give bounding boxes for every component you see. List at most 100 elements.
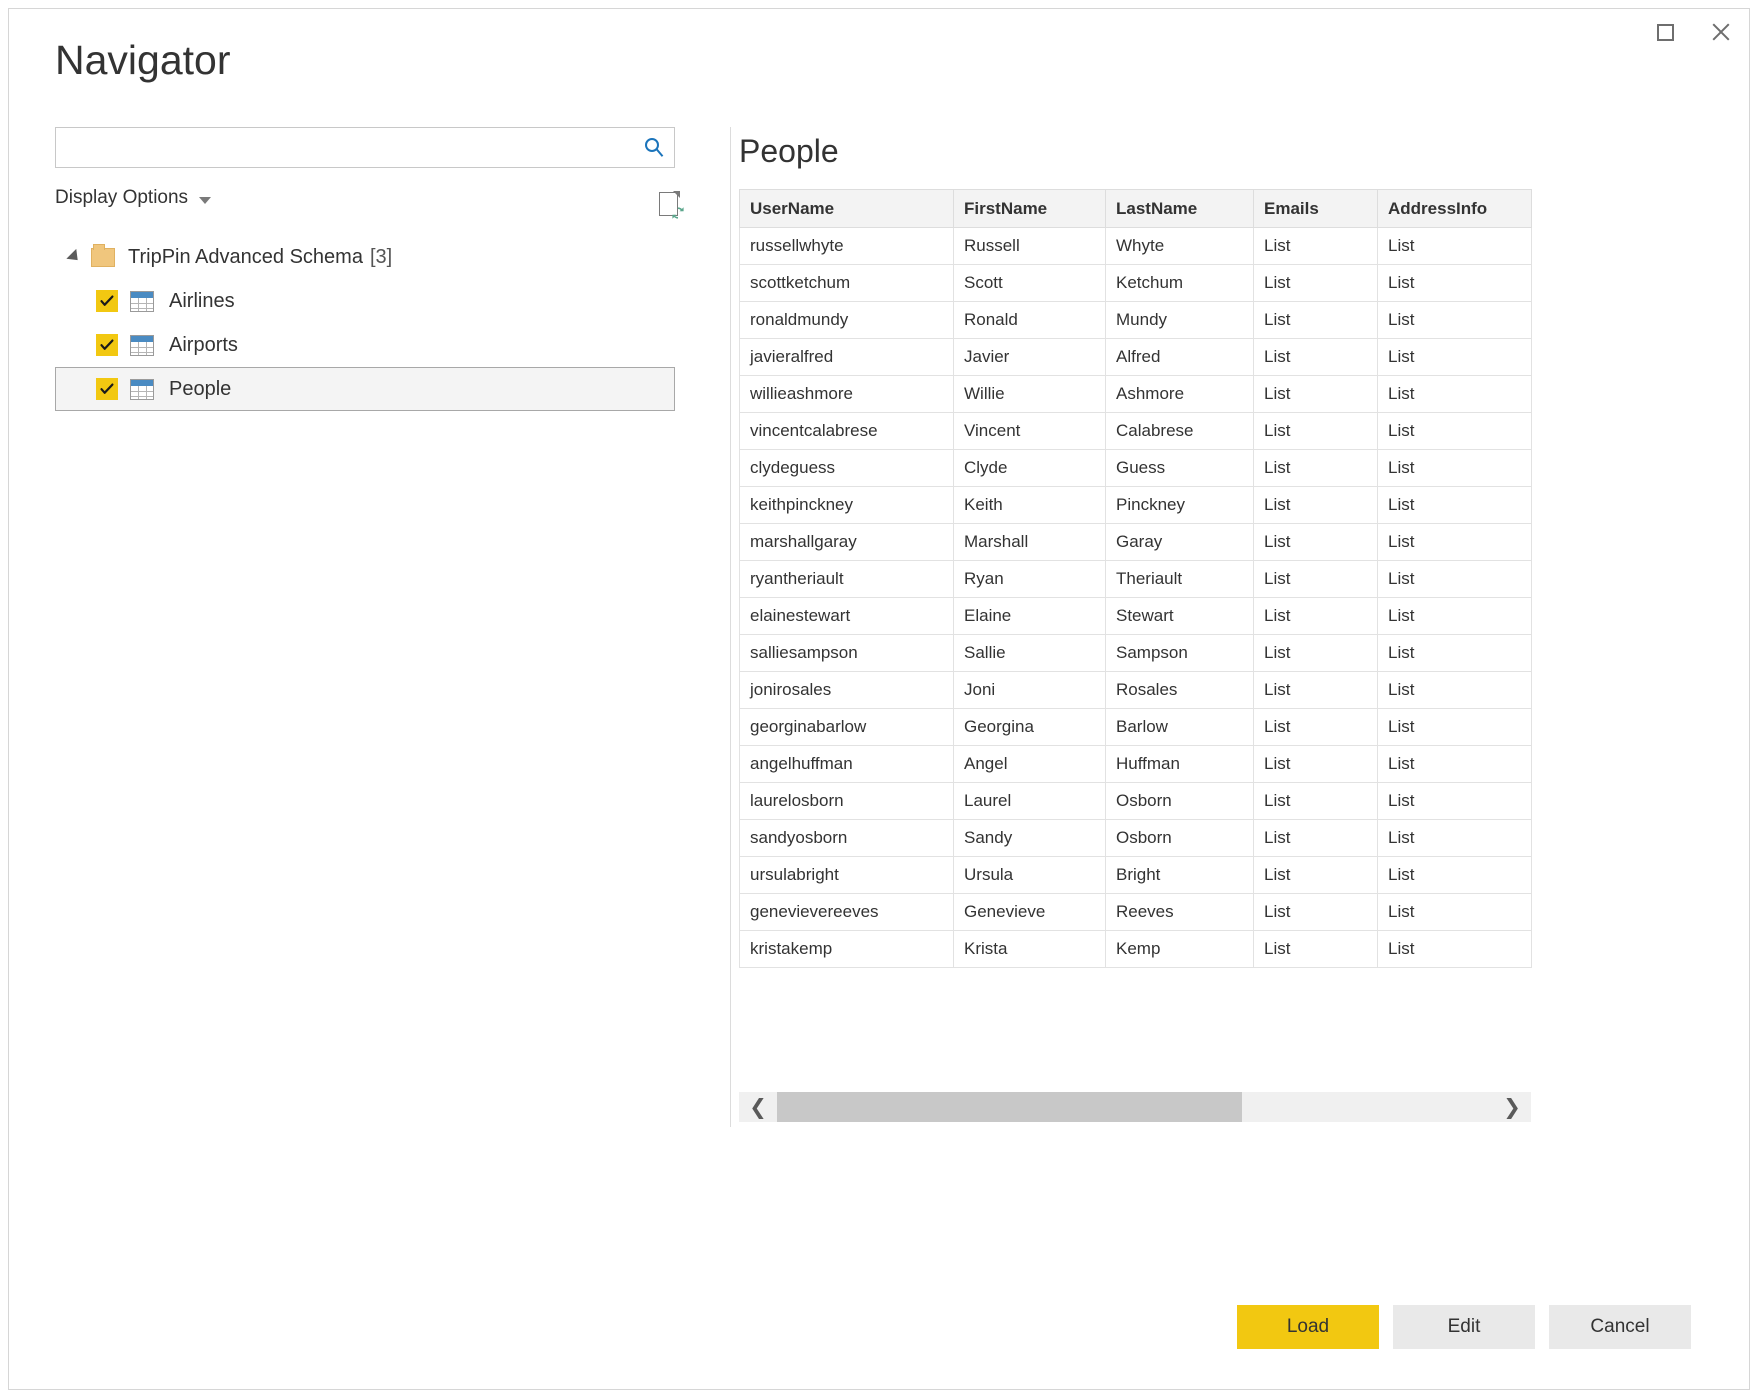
tree-node-people[interactable]: People xyxy=(55,367,675,411)
cell-addressinfo: List xyxy=(1378,376,1532,413)
cell-emails: List xyxy=(1254,376,1378,413)
navigator-dialog: Navigator Display Options xyxy=(8,8,1750,1390)
cell-username: willieashmore xyxy=(740,376,954,413)
table-row[interactable]: salliesampsonSallieSampsonListList xyxy=(740,635,1532,672)
column-header-username[interactable]: UserName xyxy=(740,190,954,228)
cell-firstname: Javier xyxy=(954,339,1106,376)
table-row[interactable]: genevievereevesGenevieveReevesListList xyxy=(740,894,1532,931)
cell-lastname: Rosales xyxy=(1106,672,1254,709)
scrollbar-track[interactable] xyxy=(777,1092,1493,1122)
left-pane: Display Options TripPin Advanced Schema … xyxy=(9,9,731,1389)
scrollbar-thumb[interactable] xyxy=(777,1092,1242,1122)
table-row[interactable]: keithpinckneyKeithPinckneyListList xyxy=(740,487,1532,524)
refresh-preview-icon xyxy=(659,192,685,220)
display-options-dropdown[interactable]: Display Options xyxy=(55,187,211,209)
cell-addressinfo: List xyxy=(1378,265,1532,302)
table-row[interactable]: laurelosbornLaurelOsbornListList xyxy=(740,783,1532,820)
cell-firstname: Laurel xyxy=(954,783,1106,820)
cell-firstname: Sallie xyxy=(954,635,1106,672)
tree-root-label: TripPin Advanced Schema xyxy=(128,246,363,269)
cell-username: angelhuffman xyxy=(740,746,954,783)
cell-emails: List xyxy=(1254,820,1378,857)
cell-firstname: Ursula xyxy=(954,857,1106,894)
search-box[interactable] xyxy=(55,127,675,168)
table-row[interactable]: jonirosalesJoniRosalesListList xyxy=(740,672,1532,709)
cell-emails: List xyxy=(1254,413,1378,450)
cell-username: kristakemp xyxy=(740,931,954,968)
cell-lastname: Bright xyxy=(1106,857,1254,894)
table-row[interactable]: ursulabrightUrsulaBrightListList xyxy=(740,857,1532,894)
cell-addressinfo: List xyxy=(1378,894,1532,931)
cell-username: scottketchum xyxy=(740,265,954,302)
cell-username: genevievereeves xyxy=(740,894,954,931)
table-row[interactable]: kristakempKristaKempListList xyxy=(740,931,1532,968)
cell-firstname: Vincent xyxy=(954,413,1106,450)
cell-addressinfo: List xyxy=(1378,635,1532,672)
cell-emails: List xyxy=(1254,894,1378,931)
load-button[interactable]: Load xyxy=(1237,1305,1379,1349)
cell-emails: List xyxy=(1254,487,1378,524)
tree-item-label: Airports xyxy=(169,334,238,357)
table-row[interactable]: marshallgarayMarshallGarayListList xyxy=(740,524,1532,561)
checkbox-people[interactable] xyxy=(96,378,118,400)
table-row[interactable]: sandyosbornSandyOsbornListList xyxy=(740,820,1532,857)
tree-node-airports[interactable]: Airports xyxy=(55,323,675,367)
cell-emails: List xyxy=(1254,524,1378,561)
chevron-down-icon xyxy=(199,197,211,204)
tree-item-label: People xyxy=(169,378,231,401)
column-header-lastname[interactable]: LastName xyxy=(1106,190,1254,228)
cell-addressinfo: List xyxy=(1378,302,1532,339)
cell-username: ryantheriault xyxy=(740,561,954,598)
table-row[interactable]: willieashmoreWillieAshmoreListList xyxy=(740,376,1532,413)
table-icon xyxy=(130,335,154,356)
cell-lastname: Barlow xyxy=(1106,709,1254,746)
horizontal-scrollbar[interactable]: ❮ ❯ xyxy=(739,1092,1531,1122)
cell-addressinfo: List xyxy=(1378,931,1532,968)
scroll-left-arrow-icon[interactable]: ❮ xyxy=(739,1092,777,1122)
column-header-addressinfo[interactable]: AddressInfo xyxy=(1378,190,1532,228)
cell-addressinfo: List xyxy=(1378,598,1532,635)
edit-button[interactable]: Edit xyxy=(1393,1305,1535,1349)
table-row[interactable]: ronaldmundyRonaldMundyListList xyxy=(740,302,1532,339)
cell-emails: List xyxy=(1254,746,1378,783)
table-row[interactable]: scottketchumScottKetchumListList xyxy=(740,265,1532,302)
cell-emails: List xyxy=(1254,339,1378,376)
search-icon[interactable] xyxy=(636,128,674,167)
cell-username: jonirosales xyxy=(740,672,954,709)
column-header-emails[interactable]: Emails xyxy=(1254,190,1378,228)
checkbox-airlines[interactable] xyxy=(96,290,118,312)
table-row[interactable]: javieralfredJavierAlfredListList xyxy=(740,339,1532,376)
cell-lastname: Huffman xyxy=(1106,746,1254,783)
cell-firstname: Willie xyxy=(954,376,1106,413)
cell-firstname: Sandy xyxy=(954,820,1106,857)
preview-table-wrap: UserName FirstName LastName Emails Addre… xyxy=(739,189,1531,968)
scroll-right-arrow-icon[interactable]: ❯ xyxy=(1493,1092,1531,1122)
cell-emails: List xyxy=(1254,635,1378,672)
table-row[interactable]: clydeguessClydeGuessListList xyxy=(740,450,1532,487)
tree-node-airlines[interactable]: Airlines xyxy=(55,279,675,323)
cancel-button[interactable]: Cancel xyxy=(1549,1305,1691,1349)
column-header-firstname[interactable]: FirstName xyxy=(954,190,1106,228)
tree-node-root[interactable]: TripPin Advanced Schema [3] xyxy=(55,235,675,279)
cell-username: sandyosborn xyxy=(740,820,954,857)
refresh-schema-button[interactable] xyxy=(659,192,685,220)
table-row[interactable]: georginabarlowGeorginaBarlowListList xyxy=(740,709,1532,746)
cell-username: elainestewart xyxy=(740,598,954,635)
search-input[interactable] xyxy=(56,128,636,167)
cell-lastname: Mundy xyxy=(1106,302,1254,339)
cell-emails: List xyxy=(1254,783,1378,820)
table-row[interactable]: angelhuffmanAngelHuffmanListList xyxy=(740,746,1532,783)
table-icon xyxy=(130,379,154,400)
table-icon xyxy=(130,291,154,312)
table-row[interactable]: vincentcalabreseVincentCalabreseListList xyxy=(740,413,1532,450)
table-row[interactable]: russellwhyteRussellWhyteListList xyxy=(740,228,1532,265)
cell-lastname: Kemp xyxy=(1106,931,1254,968)
preview-title: People xyxy=(739,133,839,170)
table-row[interactable]: elainestewartElaineStewartListList xyxy=(740,598,1532,635)
expand-collapse-icon[interactable] xyxy=(66,249,82,265)
cell-emails: List xyxy=(1254,302,1378,339)
checkbox-airports[interactable] xyxy=(96,334,118,356)
table-row[interactable]: ryantheriaultRyanTheriaultListList xyxy=(740,561,1532,598)
cell-username: ursulabright xyxy=(740,857,954,894)
cell-addressinfo: List xyxy=(1378,487,1532,524)
